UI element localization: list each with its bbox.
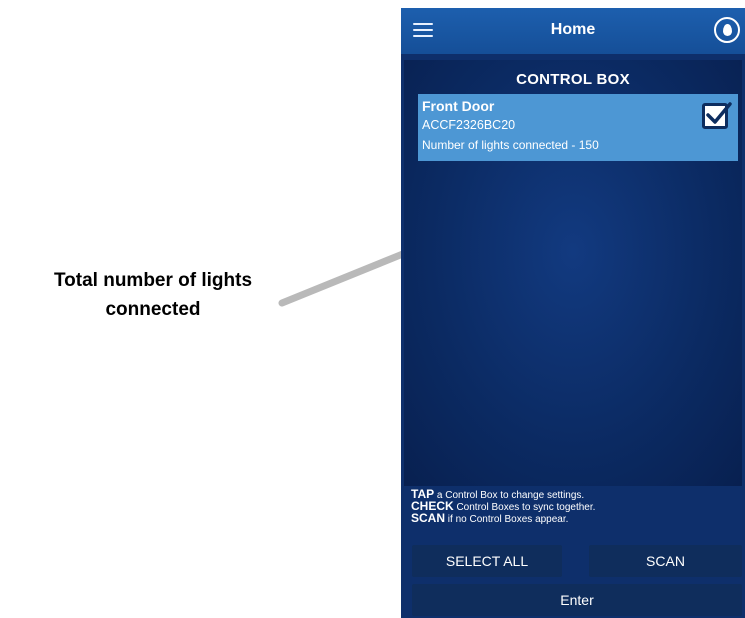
instructions: TAP a Control Box to change settings. CH… bbox=[411, 488, 595, 525]
section-title: CONTROL BOX bbox=[516, 71, 630, 88]
top-bar: Home bbox=[401, 8, 745, 54]
control-box-panel: CONTROL BOX Front Door ACCF2326BC20 Numb… bbox=[404, 60, 742, 486]
sync-checkbox[interactable] bbox=[702, 102, 732, 129]
lights-connected-count: Number of lights connected - 150 bbox=[422, 138, 599, 152]
select-all-button[interactable]: SELECT ALL bbox=[412, 545, 562, 577]
control-box-name: Front Door bbox=[422, 98, 495, 114]
enter-button[interactable]: Enter bbox=[412, 584, 742, 616]
control-box-id: ACCF2326BC20 bbox=[422, 118, 516, 132]
instruction-scan: SCAN if no Control Boxes appear. bbox=[411, 511, 569, 525]
scan-button[interactable]: SCAN bbox=[589, 545, 742, 577]
control-box-card[interactable]: Front Door ACCF2326BC20 Number of lights… bbox=[418, 94, 738, 161]
app-screen: Home CONTROL BOX Front Door ACCF2326BC20… bbox=[401, 8, 745, 618]
checkmark-icon bbox=[706, 102, 732, 124]
annotation-label: Total number of lights connected bbox=[20, 266, 286, 324]
drop-icon[interactable] bbox=[714, 17, 740, 43]
page-title: Home bbox=[550, 21, 596, 38]
annotation-line-1: Total number of lights bbox=[53, 270, 253, 291]
annotation-line-2: connected bbox=[105, 299, 201, 320]
